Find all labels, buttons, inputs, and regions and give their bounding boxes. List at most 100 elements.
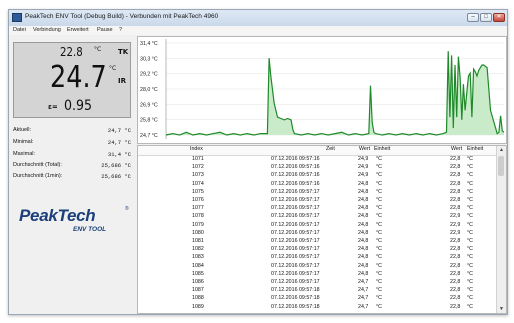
- table-scrollbar[interactable]: ▲ ▼: [496, 146, 506, 313]
- scroll-thumb[interactable]: [498, 156, 504, 176]
- scroll-down-icon[interactable]: ▼: [497, 305, 506, 313]
- cell-wert-2: 22,8: [450, 188, 461, 195]
- cell-index: 1083: [192, 254, 204, 261]
- table-row[interactable]: 1080 07.12.2016 09:57:17 24,8 °C 22,9 °C: [138, 230, 498, 238]
- cell-index: 1080: [192, 229, 204, 236]
- cell-index: 1076: [192, 197, 204, 203]
- table-row[interactable]: 1079 07.12.2016 09:57:17 24,8 °C 22,9 °C: [138, 222, 498, 230]
- col-header-wert-2[interactable]: Wert: [451, 146, 462, 154]
- table-row[interactable]: 1081 07.12.2016 09:57:17 24,8 °C 22,8 °C: [138, 238, 498, 246]
- lcd-top-value: 22.8: [60, 45, 83, 59]
- stat-label-minimal: Minimal:: [13, 139, 34, 145]
- cell-zeit: 07.12.2016 09:57:18: [271, 303, 320, 310]
- cell-wert-1: 24,8: [358, 262, 369, 269]
- table-row[interactable]: 1076 07.12.2016 09:57:17 24,8 °C 22,8 °C: [138, 197, 498, 205]
- cell-zeit: 07.12.2016 09:57:16: [271, 164, 320, 171]
- table-row[interactable]: 1086 07.12.2016 09:57:17 24,7 °C 22,8 °C: [138, 279, 498, 287]
- cell-index: 1072: [192, 164, 204, 171]
- cell-wert-1: 24,8: [358, 213, 369, 220]
- cell-wert-2: 22,8: [450, 254, 461, 261]
- stat-label-maximal: Maximal:: [13, 151, 36, 157]
- cell-zeit: 07.12.2016 09:57:16: [271, 156, 320, 162]
- col-header-einheit-2[interactable]: Einheit: [467, 146, 483, 154]
- cell-einheit-1: °C: [376, 270, 382, 277]
- menu-erweitert[interactable]: Erweitert: [67, 27, 89, 33]
- table-row[interactable]: 1077 07.12.2016 09:57:17 24,8 °C 22,8 °C: [138, 205, 498, 213]
- cell-wert-1: 24,7: [358, 303, 369, 310]
- cell-einheit-2: °C: [467, 205, 473, 212]
- cell-wert-1: 24,8: [358, 238, 369, 244]
- table-row[interactable]: 1074 07.12.2016 09:57:16 24,8 °C 22,8 °C: [138, 181, 498, 189]
- title-bar[interactable]: PeakTech ENV Tool (Debug Build) - Verbun…: [9, 10, 507, 26]
- cell-einheit-2: °C: [467, 164, 473, 171]
- cell-einheit-1: °C: [376, 254, 382, 261]
- cell-wert-1: 24,8: [358, 229, 369, 236]
- table-row[interactable]: 1075 07.12.2016 09:57:17 24,8 °C 22,8 °C: [138, 189, 498, 197]
- cell-wert-1: 24,8: [358, 221, 369, 228]
- table-row[interactable]: 1089 07.12.2016 09:57:18 24,7 °C 22,8 °C: [138, 304, 498, 312]
- chart-svg: 31,4 °C 30,3 °C 29,2 °C 28,0 °C 26,9 °C 25,8 …: [140, 39, 505, 139]
- cell-wert-1: 24,9: [358, 164, 369, 171]
- table-row[interactable]: 1082 07.12.2016 09:57:17 24,8 °C 22,8 °C: [138, 246, 498, 254]
- scroll-up-icon[interactable]: ▲: [497, 146, 506, 154]
- cell-zeit: 07.12.2016 09:57:17: [271, 229, 320, 236]
- cell-einheit-1: °C: [376, 188, 382, 195]
- temperature-series-line: [165, 51, 505, 136]
- app-window: PeakTech ENV Tool (Debug Build) - Verbun…: [8, 9, 508, 315]
- cell-einheit-2: °C: [467, 229, 473, 236]
- cell-wert-2: 22,9: [450, 229, 461, 236]
- cell-einheit-1: °C: [376, 279, 382, 285]
- table-row[interactable]: 1071 07.12.2016 09:57:16 24,9 °C 22,8 °C: [138, 156, 498, 164]
- cell-zeit: 07.12.2016 09:57:17: [271, 221, 320, 228]
- cell-wert-2: 22,8: [450, 295, 461, 302]
- cell-wert-2: 22,8: [450, 172, 461, 179]
- menu-datei[interactable]: Datei: [13, 27, 26, 33]
- cell-einheit-1: °C: [376, 164, 382, 171]
- peaktech-logo: PeakTech: [19, 206, 96, 225]
- menu-pause[interactable]: Pause: [97, 27, 113, 33]
- cell-zeit: 07.12.2016 09:57:17: [271, 205, 320, 212]
- close-button[interactable]: ✕: [493, 13, 505, 22]
- logo-registered-mark: ®: [125, 206, 129, 212]
- cell-einheit-2: °C: [467, 279, 473, 285]
- table-row[interactable]: 1083 07.12.2016 09:57:17 24,8 °C 22,8 °C: [138, 254, 498, 262]
- left-panel: 22.8 °C TK 24.7 °C IR ε= 0.95 Aktuell: 2…: [9, 36, 135, 314]
- cell-zeit: 07.12.2016 09:57:17: [271, 213, 320, 220]
- minimize-button[interactable]: –: [467, 13, 479, 22]
- menu-verbindung[interactable]: Verbindung: [33, 27, 61, 33]
- cell-wert-2: 22,9: [450, 213, 461, 220]
- cell-einheit-1: °C: [376, 295, 382, 302]
- cell-einheit-1: °C: [376, 229, 382, 236]
- cell-einheit-2: °C: [467, 303, 473, 310]
- cell-wert-2: 22,8: [450, 262, 461, 269]
- maximize-button[interactable]: □: [480, 13, 492, 22]
- stat-value-avg-total: 25,686 °C: [101, 162, 131, 169]
- cell-wert-1: 24,9: [358, 172, 369, 179]
- cell-zeit: 07.12.2016 09:57:16: [271, 172, 320, 179]
- table-row[interactable]: 1072 07.12.2016 09:57:16 24,9 °C 22,8 °C: [138, 164, 498, 172]
- cell-wert-2: 22,8: [450, 270, 461, 277]
- lcd-main-value: 24.7: [50, 60, 107, 95]
- stat-value-minimal: 24,7 °C: [107, 139, 131, 146]
- menu-help[interactable]: ?: [119, 27, 122, 33]
- table-row[interactable]: 1088 07.12.2016 09:57:18 24,7 °C 22,8 °C: [138, 295, 498, 303]
- table-row[interactable]: 1073 07.12.2016 09:57:16 24,9 °C 22,8 °C: [138, 172, 498, 180]
- cell-index: 1079: [192, 221, 204, 228]
- col-header-index[interactable]: Index: [190, 146, 203, 154]
- table-row[interactable]: 1078 07.12.2016 09:57:17 24,8 °C 22,9 °C: [138, 213, 498, 221]
- cell-zeit: 07.12.2016 09:57:17: [271, 238, 320, 244]
- table-row[interactable]: 1084 07.12.2016 09:57:17 24,8 °C 22,8 °C: [138, 263, 498, 271]
- cell-einheit-1: °C: [376, 246, 382, 253]
- cell-wert-2: 22,8: [450, 164, 461, 171]
- cell-einheit-1: °C: [376, 180, 382, 187]
- table-row[interactable]: 1087 07.12.2016 09:57:18 24,7 °C 22,8 °C: [138, 287, 498, 295]
- col-header-zeit[interactable]: Zeit: [326, 146, 335, 154]
- col-header-wert-1[interactable]: Wert: [359, 146, 370, 154]
- col-header-einheit-1[interactable]: Einheit: [374, 146, 390, 154]
- table-row[interactable]: 1085 07.12.2016 09:57:17 24,8 °C 22,8 °C: [138, 271, 498, 279]
- y-tick-label: 24,7 °C: [140, 133, 158, 139]
- cell-zeit: 07.12.2016 09:57:17: [271, 262, 320, 269]
- cell-einheit-1: °C: [376, 205, 382, 212]
- cell-index: 1089: [192, 303, 204, 310]
- cell-index: 1078: [192, 213, 204, 220]
